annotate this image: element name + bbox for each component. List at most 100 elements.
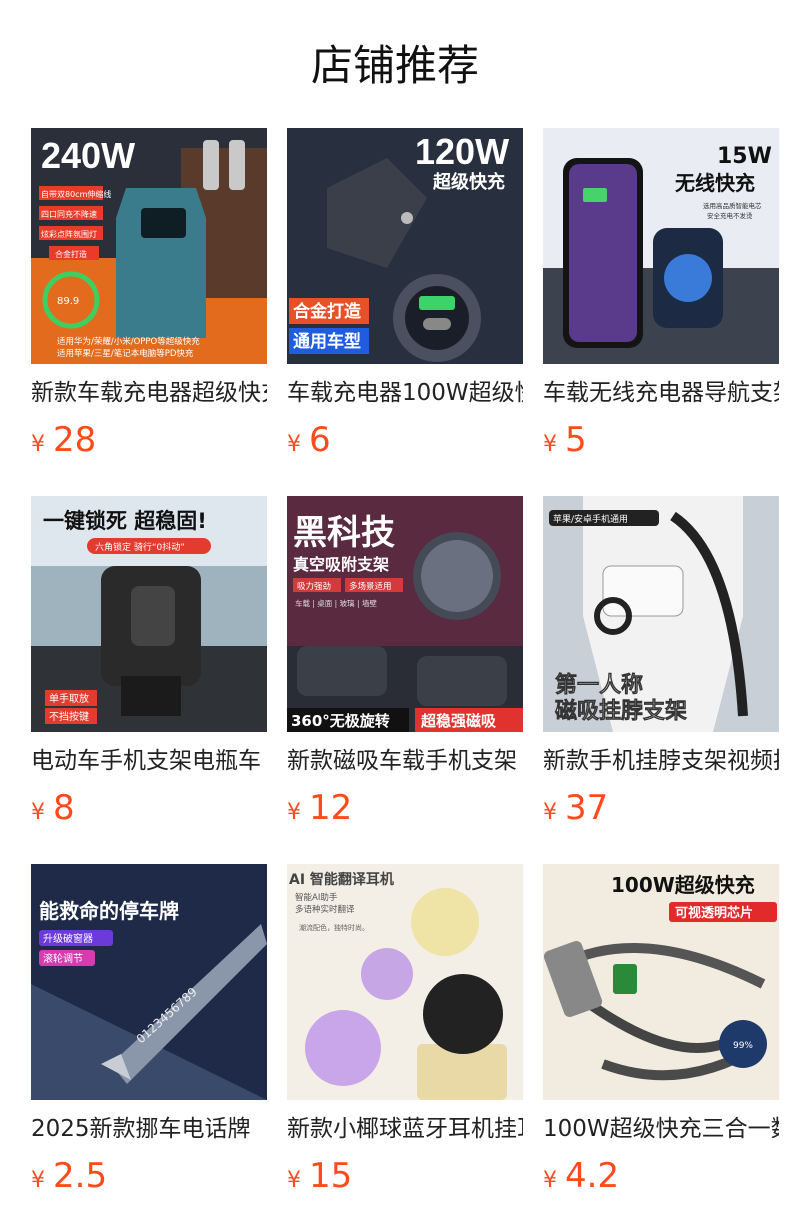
product-title[interactable]: 新款车载充电器超级快充 (31, 378, 267, 408)
price-value: 15 (309, 1156, 353, 1196)
product-card[interactable]: 黑科技 真空吸附支架 吸力强劲 多场景适用 车载 | 桌面 | 玻璃 | 墙壁 … (287, 496, 523, 828)
svg-text:合金打造: 合金打造 (293, 301, 362, 322)
currency-symbol: ¥ (543, 800, 557, 825)
product-card[interactable]: 能救命的停车牌 升级破窗器 滚轮调节 0123456789 2025新款挪车电话… (31, 864, 267, 1196)
price-value: 12 (309, 788, 353, 828)
product-title[interactable]: 车载充电器100W超级快充 (287, 378, 523, 408)
product-title[interactable]: 2025新款挪车电话牌 (31, 1114, 267, 1144)
svg-text:可视透明芯片: 可视透明芯片 (675, 905, 753, 921)
price-value: 8 (53, 788, 75, 828)
svg-text:360°无极旋转: 360°无极旋转 (291, 712, 390, 730)
svg-text:240W: 240W (41, 135, 135, 176)
svg-text:适用苹果/三星/笔记本电脑等PD快充: 适用苹果/三星/笔记本电脑等PD快充 (57, 348, 194, 359)
product-image[interactable]: 黑科技 真空吸附支架 吸力强劲 多场景适用 车载 | 桌面 | 玻璃 | 墙壁 … (287, 496, 523, 732)
svg-text:第一人称: 第一人称 (555, 672, 643, 698)
svg-text:能救命的停车牌: 能救命的停车牌 (39, 899, 179, 923)
product-title[interactable]: 车载无线充电器导航支架 (543, 378, 779, 408)
page-title: 店铺推荐 (310, 40, 479, 90)
bike-phone-holder-icon: 一键锁死 超稳固! 六角锁定 骑行“0抖动” 单手取放 不挡按键 (31, 496, 267, 732)
product-image[interactable]: 苹果/安卓手机通用 第一人称 磁吸挂脖支架 (543, 496, 779, 732)
svg-text:选用高品质智能电芯: 选用高品质智能电芯 (703, 201, 762, 210)
product-price: ¥12 (287, 788, 523, 828)
product-image[interactable]: 120W 超级快充 合金打造 通用车型 (287, 128, 523, 364)
wireless-charger-mount-icon: 15W 无线快充 选用高品质智能电芯 安全充电不发烫 (543, 128, 779, 364)
currency-symbol: ¥ (31, 432, 45, 457)
svg-text:磁吸挂脖支架: 磁吸挂脖支架 (555, 698, 687, 724)
product-price: ¥5 (543, 420, 779, 460)
svg-text:六角锁定 骑行“0抖动”: 六角锁定 骑行“0抖动” (95, 541, 185, 553)
svg-text:99%: 99% (733, 1041, 753, 1051)
svg-text:多语种实时翻译: 多语种实时翻译 (295, 904, 355, 915)
product-card[interactable]: AI 智能翻译耳机 智能AI助手 多语种实时翻译 潮流配色，独特时尚。 新款小椰… (287, 864, 523, 1196)
product-price: ¥37 (543, 788, 779, 828)
product-image[interactable]: 99% 100W超级快充 可视透明芯片 (543, 864, 779, 1100)
price-value: 37 (565, 788, 609, 828)
svg-text:100W超级快充: 100W超级快充 (611, 873, 755, 897)
earbuds-icon: AI 智能翻译耳机 智能AI助手 多语种实时翻译 潮流配色，独特时尚。 (287, 864, 523, 1100)
svg-text:一键锁死 超稳固!: 一键锁死 超稳固! (43, 509, 207, 533)
product-title[interactable]: 新款小椰球蓝牙耳机挂耳 (287, 1114, 523, 1144)
product-price: ¥15 (287, 1156, 523, 1196)
currency-symbol: ¥ (287, 432, 301, 457)
car-charger-icon: 240W 自带双80cm伸缩线 四口同充不降速 炫彩点阵氛围灯 合金打造 89.… (31, 128, 267, 364)
product-title[interactable]: 100W超级快充三合一数据线 (543, 1114, 779, 1144)
svg-text:单手取放: 单手取放 (49, 692, 89, 705)
product-image[interactable]: 240W 自带双80cm伸缩线 四口同充不降速 炫彩点阵氛围灯 合金打造 89.… (31, 128, 267, 364)
product-image[interactable]: 能救命的停车牌 升级破窗器 滚轮调节 0123456789 (31, 864, 267, 1100)
product-price: ¥28 (31, 420, 267, 460)
svg-text:智能AI助手: 智能AI助手 (295, 892, 338, 903)
currency-symbol: ¥ (287, 1168, 301, 1193)
svg-text:自带双80cm伸缩线: 自带双80cm伸缩线 (41, 189, 111, 199)
product-card[interactable]: 一键锁死 超稳固! 六角锁定 骑行“0抖动” 单手取放 不挡按键 电动车手机支架… (31, 496, 267, 828)
svg-text:升级破窗器: 升级破窗器 (43, 932, 93, 945)
product-card[interactable]: 苹果/安卓手机通用 第一人称 磁吸挂脖支架 新款手机挂脖支架视频拍摄 ¥37 (543, 496, 779, 828)
product-card[interactable]: 15W 无线快充 选用高品质智能电芯 安全充电不发烫 车载无线充电器导航支架 ¥… (543, 128, 779, 460)
price-value: 4.2 (565, 1156, 620, 1196)
svg-text:AI 智能翻译耳机: AI 智能翻译耳机 (289, 871, 394, 888)
currency-symbol: ¥ (543, 1168, 557, 1193)
product-price: ¥6 (287, 420, 523, 460)
product-price: ¥8 (31, 788, 267, 828)
svg-text:超级快充: 超级快充 (433, 171, 505, 193)
section-header: 店铺推荐 (0, 0, 790, 128)
magnetic-mount-icon: 黑科技 真空吸附支架 吸力强劲 多场景适用 车载 | 桌面 | 玻璃 | 墙壁 … (287, 496, 523, 732)
svg-text:89.9: 89.9 (57, 296, 79, 307)
svg-text:潮流配色，独特时尚。: 潮流配色，独特时尚。 (299, 923, 369, 932)
svg-text:15W: 15W (717, 144, 772, 169)
svg-text:车载 | 桌面 | 玻璃 | 墙壁: 车载 | 桌面 | 玻璃 | 墙壁 (295, 598, 377, 608)
product-image[interactable]: 一键锁死 超稳固! 六角锁定 骑行“0抖动” 单手取放 不挡按键 (31, 496, 267, 732)
svg-text:吸力强劲: 吸力强劲 (297, 581, 331, 592)
currency-symbol: ¥ (543, 432, 557, 457)
neck-mount-icon: 苹果/安卓手机通用 第一人称 磁吸挂脖支架 (543, 496, 779, 732)
product-card[interactable]: 120W 超级快充 合金打造 通用车型 车载充电器100W超级快充 ¥6 (287, 128, 523, 460)
product-title[interactable]: 新款磁吸车载手机支架 (287, 746, 523, 776)
svg-text:苹果/安卓手机通用: 苹果/安卓手机通用 (553, 513, 628, 525)
svg-text:通用车型: 通用车型 (293, 331, 361, 352)
product-image[interactable]: AI 智能翻译耳机 智能AI助手 多语种实时翻译 潮流配色，独特时尚。 (287, 864, 523, 1100)
product-image[interactable]: 15W 无线快充 选用高品质智能电芯 安全充电不发烫 (543, 128, 779, 364)
svg-text:滚轮调节: 滚轮调节 (43, 952, 83, 965)
product-title[interactable]: 新款手机挂脖支架视频拍摄 (543, 746, 779, 776)
svg-text:炫彩点阵氛围灯: 炫彩点阵氛围灯 (41, 229, 97, 239)
svg-text:安全充电不发烫: 安全充电不发烫 (707, 211, 753, 220)
product-card[interactable]: 240W 自带双80cm伸缩线 四口同充不降速 炫彩点阵氛围灯 合金打造 89.… (31, 128, 267, 460)
product-price: ¥4.2 (543, 1156, 779, 1196)
cable-icon: 99% 100W超级快充 可视透明芯片 (543, 864, 779, 1100)
svg-text:适用华为/荣耀/小米/OPPO等超级快充: 适用华为/荣耀/小米/OPPO等超级快充 (57, 336, 200, 347)
svg-text:黑科技: 黑科技 (293, 513, 395, 553)
svg-text:超稳强磁吸: 超稳强磁吸 (420, 712, 497, 730)
price-value: 2.5 (53, 1156, 108, 1196)
currency-symbol: ¥ (287, 800, 301, 825)
svg-text:120W: 120W (415, 131, 509, 172)
svg-text:无线快充: 无线快充 (675, 171, 755, 195)
price-value: 6 (309, 420, 331, 460)
product-card[interactable]: 99% 100W超级快充 可视透明芯片 100W超级快充三合一数据线 ¥4.2 (543, 864, 779, 1196)
parking-number-plate-icon: 能救命的停车牌 升级破窗器 滚轮调节 0123456789 (31, 864, 267, 1100)
svg-text:合金打造: 合金打造 (55, 249, 87, 259)
svg-text:不挡按键: 不挡按键 (49, 710, 89, 723)
price-value: 28 (53, 420, 97, 460)
price-value: 5 (565, 420, 587, 460)
svg-text:多场景适用: 多场景适用 (349, 581, 392, 592)
product-title[interactable]: 电动车手机支架电瓶车 (31, 746, 267, 776)
svg-text:四口同充不降速: 四口同充不降速 (41, 209, 97, 219)
